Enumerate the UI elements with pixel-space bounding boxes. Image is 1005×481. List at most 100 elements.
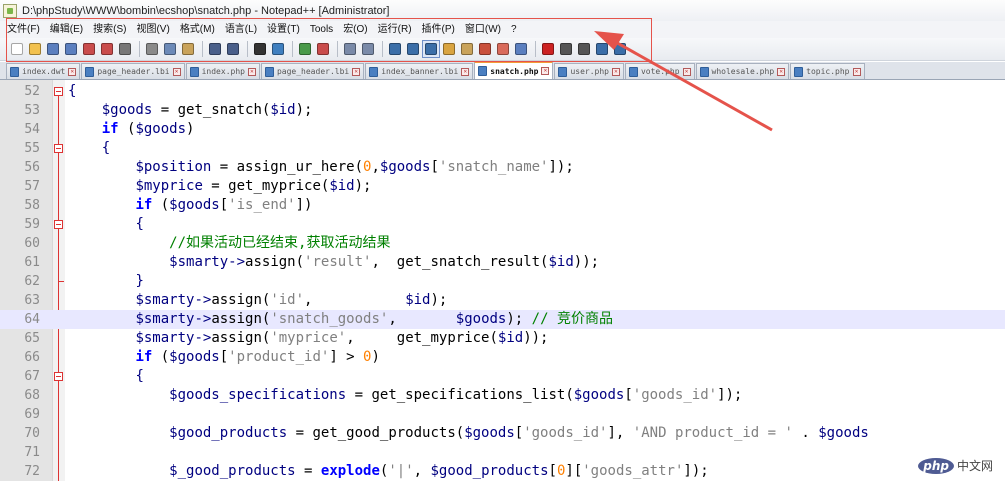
code-line[interactable]: 53 $goods = get_snatch($id); — [0, 101, 1005, 120]
code-line[interactable]: 71 — [0, 443, 1005, 462]
menu-item-6[interactable]: 设置(T) — [262, 21, 305, 38]
tab-close-icon[interactable]: ✕ — [777, 67, 786, 76]
code-text: $goods = get_snatch($id); — [68, 101, 313, 120]
code-editor[interactable]: 52{53 $goods = get_snatch($id); 54 if ($g… — [0, 80, 1005, 481]
tab-close-icon[interactable]: ✕ — [172, 67, 181, 76]
code-line[interactable]: 65 $smarty->assign('myprice', get_mypric… — [0, 329, 1005, 348]
menu-item-7[interactable]: Tools — [305, 21, 338, 38]
fold-collapse-icon[interactable] — [54, 87, 63, 96]
close-icon[interactable] — [81, 41, 97, 57]
code-line[interactable]: 61 $smarty->assign('result', get_snatch_… — [0, 253, 1005, 272]
tab-1[interactable]: page_header.lbi ✕ — [81, 63, 185, 79]
document-map-icon[interactable] — [459, 41, 475, 57]
undo-icon[interactable] — [207, 41, 223, 57]
save-icon[interactable] — [45, 41, 61, 57]
token-def: assign( — [245, 254, 305, 270]
menu-item-3[interactable]: 视图(V) — [131, 21, 174, 38]
code-line[interactable]: 68 $goods_specifications = get_specifica… — [0, 386, 1005, 405]
line-number: 71 — [24, 445, 40, 460]
toolbar-separator — [139, 41, 140, 57]
word-wrap-icon[interactable] — [387, 41, 403, 57]
run-macro-multiple-icon[interactable] — [594, 41, 610, 57]
tab-3[interactable]: page_header.lbi ✕ — [260, 63, 365, 79]
tab-8[interactable]: wholesale.php ✕ — [695, 63, 790, 79]
tab-close-icon[interactable]: ✕ — [611, 67, 620, 76]
tab-2[interactable]: index.php ✕ — [185, 63, 260, 79]
tab-6[interactable]: user.php ✕ — [554, 63, 624, 79]
sync-vertical-icon-glyph — [344, 43, 356, 55]
tab-close-icon[interactable]: ✕ — [247, 67, 256, 76]
open-file-icon[interactable] — [27, 41, 43, 57]
fold-collapse-icon[interactable] — [54, 372, 63, 381]
code-line[interactable]: 64 $smarty->assign('snatch_goods', $good… — [0, 310, 1005, 329]
cut-icon[interactable] — [144, 41, 160, 57]
fold-collapse-icon[interactable] — [54, 220, 63, 229]
code-line[interactable]: 66 if ($goods['product_id'] > 0) — [0, 348, 1005, 367]
code-line[interactable]: 69 — [0, 405, 1005, 424]
function-list-icon[interactable] — [477, 41, 493, 57]
indent-guide-icon[interactable] — [422, 40, 440, 58]
code-line[interactable]: 63 $smarty->assign('id', $id); — [0, 291, 1005, 310]
tab-close-icon[interactable]: ✕ — [541, 67, 550, 75]
code-line[interactable]: 56 $position = assign_ur_here(0,$goods['… — [0, 158, 1005, 177]
paste-icon[interactable] — [180, 41, 196, 57]
stop-record-icon[interactable] — [558, 41, 574, 57]
paste-icon-glyph — [182, 43, 194, 55]
tab-5[interactable]: snatch.php ✕ — [474, 62, 554, 79]
menu-item-0[interactable]: 文件(F) — [0, 21, 45, 38]
code-line[interactable]: 67 { — [0, 367, 1005, 386]
monitoring-icon[interactable] — [513, 41, 529, 57]
record-macro-icon[interactable] — [540, 41, 556, 57]
tab-4[interactable]: index_banner.lbi ✕ — [365, 63, 474, 79]
new-file-icon[interactable] — [9, 41, 25, 57]
menu-item-10[interactable]: 插件(P) — [417, 21, 460, 38]
menu-item-1[interactable]: 编辑(E) — [45, 21, 88, 38]
tab-close-icon[interactable]: ✕ — [682, 67, 691, 76]
save-all-icon[interactable] — [63, 41, 79, 57]
code-line[interactable]: 52 { — [0, 82, 1005, 101]
token-kw: explode — [320, 463, 380, 479]
fold-collapse-icon[interactable] — [54, 144, 63, 153]
menu-item-8[interactable]: 宏(O) — [338, 21, 372, 38]
code-line[interactable]: 54 if ($goods) — [0, 120, 1005, 139]
code-line[interactable]: 62 } — [0, 272, 1005, 291]
find-icon[interactable] — [252, 41, 268, 57]
close-all-icon[interactable] — [99, 41, 115, 57]
token-def: assign( — [211, 292, 271, 308]
menu-item-5[interactable]: 语言(L) — [220, 21, 262, 38]
redo-icon[interactable] — [225, 41, 241, 57]
code-line[interactable]: 57 $myprice = get_myprice($id); — [0, 177, 1005, 196]
print-icon[interactable] — [117, 41, 133, 57]
zoom-in-icon[interactable] — [297, 41, 313, 57]
tab-0[interactable]: index.dwt ✕ — [6, 63, 81, 79]
save-macro-icon[interactable] — [612, 41, 628, 57]
tab-close-icon[interactable]: ✕ — [68, 67, 77, 76]
tab-7[interactable]: vote.php ✕ — [624, 63, 695, 79]
sync-vertical-icon[interactable] — [342, 41, 358, 57]
code-line[interactable]: 59 { — [0, 215, 1005, 234]
copy-icon[interactable] — [162, 41, 178, 57]
menu-item-9[interactable]: 运行(R) — [373, 21, 417, 38]
menu-item-2[interactable]: 搜索(S) — [88, 21, 131, 38]
menu-item-12[interactable]: ? — [506, 21, 522, 38]
sync-horizontal-icon[interactable] — [360, 41, 376, 57]
tab-close-icon[interactable]: ✕ — [352, 67, 361, 76]
token-def: ]) — [295, 197, 313, 213]
code-line[interactable]: 60 //如果活动已经结束,获取活动结果 — [0, 234, 1005, 253]
menu-item-4[interactable]: 格式(M) — [175, 21, 220, 38]
menu-item-11[interactable]: 窗口(W) — [460, 21, 506, 38]
playback-macro-icon[interactable] — [576, 41, 592, 57]
zoom-out-icon[interactable] — [315, 41, 331, 57]
code-line[interactable]: 55 { — [0, 139, 1005, 158]
tab-9[interactable]: topic.php ✕ — [790, 63, 865, 79]
code-text: { — [68, 215, 143, 234]
tab-close-icon[interactable]: ✕ — [461, 67, 470, 76]
replace-icon[interactable] — [270, 41, 286, 57]
code-line[interactable]: 70 $good_products = get_good_products($g… — [0, 424, 1005, 443]
code-line[interactable]: 58 if ($goods['is_end']) — [0, 196, 1005, 215]
code-line[interactable]: 72 $_good_products = explode('|', $good_… — [0, 462, 1005, 481]
folder-as-workspace-icon[interactable] — [495, 41, 511, 57]
show-all-chars-icon[interactable] — [405, 41, 421, 57]
lang-udl-icon[interactable] — [441, 41, 457, 57]
tab-close-icon[interactable]: ✕ — [852, 67, 861, 76]
